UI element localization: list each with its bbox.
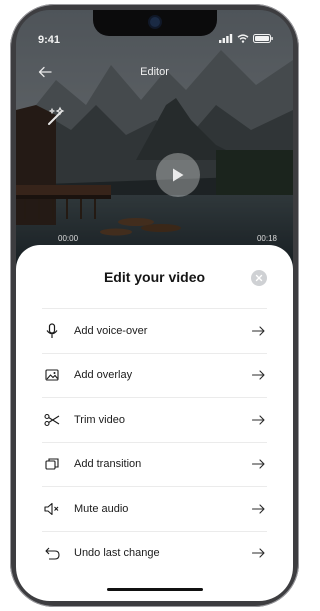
arrow-right-icon: [251, 412, 265, 428]
list-item-mute-audio[interactable]: Mute audio: [42, 486, 267, 531]
list-item-trim-video[interactable]: Trim video: [42, 397, 267, 442]
arrow-right-icon: [251, 501, 265, 517]
list-item-label: Add overlay: [74, 369, 133, 382]
status-icons: [219, 34, 273, 43]
scissors-icon: [44, 412, 60, 428]
list-item-label: Mute audio: [74, 502, 129, 515]
camera-icon: [149, 17, 160, 27]
video-overlay: [16, 10, 293, 270]
arrow-right-icon: [251, 545, 265, 561]
status-time: 9:41: [38, 34, 61, 46]
list-item-add-transition[interactable]: Add transition: [42, 441, 267, 487]
image-icon: [44, 367, 60, 383]
notch: [92, 10, 217, 36]
page-title: Editor: [140, 66, 169, 78]
battery-icon: [253, 34, 273, 43]
close-button[interactable]: [251, 270, 267, 286]
microphone-icon: [44, 323, 60, 339]
play-button[interactable]: [156, 153, 200, 197]
undo-icon: [44, 545, 60, 561]
current-time: 00:00: [58, 234, 79, 243]
edit-bottom-sheet: Edit your video Add voice-over Add overl…: [16, 245, 293, 601]
play-icon: [173, 168, 184, 182]
edit-options-list: Add voice-over Add overlay Trim video Ad…: [42, 308, 267, 575]
phone-frame: 9:41 Editor 00:00 00:18 Edit your video …: [10, 4, 299, 607]
list-item-label: Add voice-over: [74, 324, 148, 337]
list-item-add-overlay[interactable]: Add overlay: [42, 352, 267, 398]
transition-icon: [44, 456, 60, 472]
list-item-label: Add transition: [74, 458, 142, 471]
magic-wand-icon: [48, 106, 65, 125]
magic-wand-button[interactable]: [46, 105, 68, 127]
close-icon: [255, 274, 263, 282]
speaker-mute-icon: [44, 501, 60, 517]
total-duration: 00:18: [256, 234, 277, 243]
home-indicator: [106, 588, 203, 591]
screen: 9:41 Editor 00:00 00:18 Edit your video …: [16, 10, 293, 601]
wifi-icon: [237, 34, 249, 43]
arrow-right-icon: [251, 323, 265, 339]
list-item-add-voice-over[interactable]: Add voice-over: [42, 308, 267, 353]
arrow-right-icon: [251, 456, 265, 472]
signal-icon: [219, 34, 233, 43]
list-item-label: Trim video: [74, 413, 125, 426]
list-item-label: Undo last change: [74, 547, 160, 560]
list-item-undo-last-change[interactable]: Undo last change: [42, 530, 267, 576]
arrow-right-icon: [251, 367, 265, 383]
